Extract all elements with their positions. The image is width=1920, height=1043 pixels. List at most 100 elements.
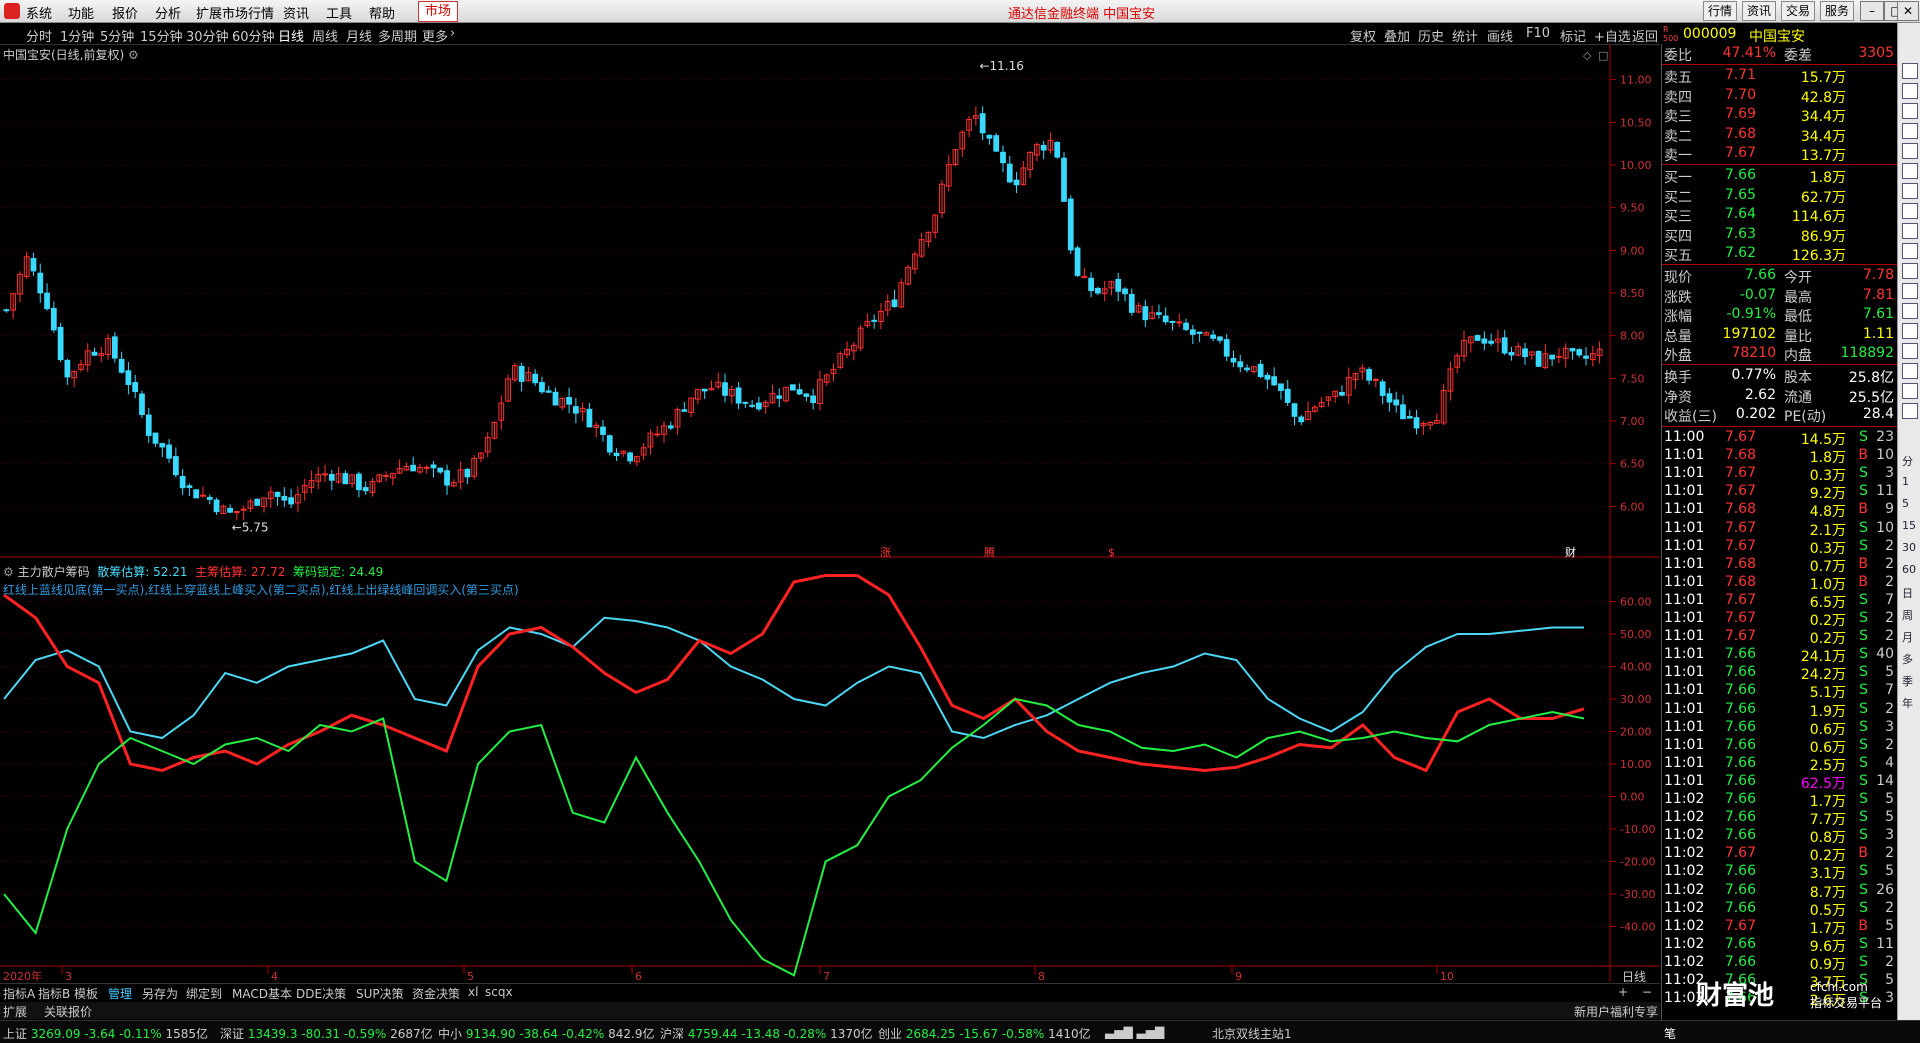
tick-row[interactable]: 11:01 7.66 1.9万 S 2: [1664, 700, 1896, 720]
period-weekly[interactable]: 周线: [312, 26, 338, 45]
menu-system[interactable]: 系统: [26, 3, 52, 22]
rss-icon[interactable]: [1902, 363, 1918, 379]
zoom-out-icon[interactable]: −: [1642, 985, 1652, 999]
tick-row[interactable]: 11:02 7.66 8.7万 S 26: [1664, 881, 1896, 901]
tick-row[interactable]: 11:01 7.67 0.2万 S 2: [1664, 609, 1896, 629]
link-icon[interactable]: [1902, 383, 1918, 399]
btn-overlay[interactable]: 叠加: [1384, 26, 1410, 45]
tab-scqx[interactable]: scqx: [485, 985, 513, 999]
index-hs[interactable]: 沪深 4759.44 -13.48 -0.28% 1370亿: [660, 1025, 873, 1042]
index-sz[interactable]: 深证 13439.3 -80.31 -0.59% 2687亿: [220, 1025, 433, 1042]
index-cy[interactable]: 创业 2684.25 -15.67 -0.58% 1410亿: [878, 1025, 1091, 1042]
period-15min[interactable]: 15分钟: [140, 26, 183, 45]
period-60min[interactable]: 60分钟: [232, 26, 275, 45]
period-more[interactable]: 更多: [422, 26, 448, 45]
tick-row[interactable]: 11:01 7.66 2.5万 S 4: [1664, 754, 1896, 774]
toolbar-period-label[interactable]: 月: [1902, 629, 1913, 645]
toolbar-period-label[interactable]: 年: [1902, 695, 1913, 711]
server-name[interactable]: 北京双线主站1: [1212, 1025, 1292, 1042]
menu-quote[interactable]: 报价: [112, 3, 138, 22]
toolbar-period-label[interactable]: 周: [1902, 607, 1913, 623]
toolbar-period-label[interactable]: 多: [1902, 651, 1913, 667]
move-icon[interactable]: [1902, 343, 1918, 359]
btn-history[interactable]: 历史: [1418, 26, 1444, 45]
btn-trade[interactable]: 交易: [1781, 1, 1816, 21]
index-sh[interactable]: 上证 3269.09 -3.64 -0.11% 1585亿: [3, 1025, 208, 1042]
tick-row[interactable]: 11:01 7.68 4.8万 B 9: [1664, 500, 1896, 520]
tab-template[interactable]: 模板: [74, 985, 98, 1002]
tick-row[interactable]: 11:01 7.68 1.8万 B 10: [1664, 446, 1896, 466]
stat2-row[interactable]: 收益(三) 0.202 PE(动) 28.4: [1664, 405, 1896, 425]
doc2-icon[interactable]: [1902, 263, 1918, 279]
btn-news[interactable]: 资讯: [1742, 1, 1777, 21]
tick-row[interactable]: 11:02 7.67 0.2万 B 2: [1664, 844, 1896, 864]
tick-row[interactable]: 11:01 7.67 0.2万 S 2: [1664, 627, 1896, 647]
tab-manage[interactable]: 管理: [108, 985, 132, 1002]
tick-row[interactable]: 11:01 7.67 0.3万 S 3: [1664, 464, 1896, 484]
chart-icon[interactable]: [1902, 143, 1918, 159]
related-quote-tab[interactable]: 关联报价: [44, 1003, 92, 1020]
menu-ext-market[interactable]: 扩展市场行情: [196, 3, 274, 22]
toolbar-period-label[interactable]: 30: [1902, 541, 1916, 554]
period-5min[interactable]: 5分钟: [100, 26, 134, 45]
tick-row[interactable]: 11:01 7.66 0.6万 S 3: [1664, 718, 1896, 738]
tab-indicator-b[interactable]: 指标B: [38, 985, 70, 1002]
settings-gear-icon[interactable]: ⚙: [128, 48, 139, 62]
tab-xl[interactable]: xl: [468, 985, 478, 999]
zoom-in-icon[interactable]: +: [1618, 985, 1628, 999]
tab-save-as[interactable]: 另存为: [142, 985, 178, 1002]
tick-row[interactable]: 11:01 7.67 2.1万 S 10: [1664, 519, 1896, 539]
minimize-icon[interactable]: –: [1860, 1, 1884, 21]
tick-row[interactable]: 11:01 7.66 24.2万 S 5: [1664, 663, 1896, 683]
stat-row[interactable]: 涨幅 -0.91% 最低 7.61: [1664, 305, 1896, 325]
ask-row[interactable]: 卖一 7.67 13.7万: [1664, 144, 1896, 164]
period-multi[interactable]: 多周期: [378, 26, 417, 45]
period-30min[interactable]: 30分钟: [186, 26, 229, 45]
bid-row[interactable]: 买五 7.62 126.3万: [1664, 244, 1896, 264]
market-tab[interactable]: 市场: [418, 1, 459, 22]
tick-row[interactable]: 11:01 7.66 0.6万 S 2: [1664, 736, 1896, 756]
menu-analysis[interactable]: 分析: [155, 3, 181, 22]
tick-row[interactable]: 11:01 7.67 6.5万 S 7: [1664, 591, 1896, 611]
toolbar-period-label[interactable]: 季: [1902, 673, 1913, 689]
stat-row[interactable]: 现价 7.66 今开 7.78: [1664, 266, 1896, 286]
ask-row[interactable]: 卖四 7.70 42.8万: [1664, 86, 1896, 106]
tab-dde[interactable]: DDE决策: [296, 985, 346, 1002]
toolbar-period-label[interactable]: 60: [1902, 563, 1916, 576]
toolbar-period-label[interactable]: 5: [1902, 497, 1909, 510]
tick-row[interactable]: 11:01 7.66 62.5万 S 14: [1664, 772, 1896, 792]
indicator-gear-icon[interactable]: ⚙: [3, 565, 18, 579]
stat2-row[interactable]: 净资 2.62 流通 25.5亿: [1664, 386, 1896, 406]
pen-icon[interactable]: [1902, 403, 1918, 419]
btn-service[interactable]: 服务: [1820, 1, 1855, 21]
ext-tab[interactable]: 扩展: [3, 1003, 27, 1020]
up-arrow-icon[interactable]: [1902, 183, 1918, 199]
tab-indicator-a[interactable]: 指标A: [3, 985, 35, 1002]
tick-row[interactable]: 11:02 7.66 3.1万 S 5: [1664, 862, 1896, 882]
cal-icon[interactable]: [1902, 283, 1918, 299]
stat2-row[interactable]: 换手 0.77% 股本 25.8亿: [1664, 366, 1896, 386]
btn-fuquan[interactable]: 复权: [1350, 26, 1376, 45]
period-monthly[interactable]: 月线: [346, 26, 372, 45]
ask-row[interactable]: 卖三 7.69 34.4万: [1664, 105, 1896, 125]
tick-row[interactable]: 11:02 7.66 0.5万 S 2: [1664, 899, 1896, 919]
tick-row[interactable]: 11:01 7.67 9.2万 S 11: [1664, 482, 1896, 502]
btn-draw[interactable]: 画线: [1487, 26, 1513, 45]
tick-row[interactable]: 11:02 7.67 1.7万 B 5: [1664, 917, 1896, 937]
tab-bind-to[interactable]: 绑定到: [186, 985, 222, 1002]
bid-row[interactable]: 买二 7.65 62.7万: [1664, 186, 1896, 206]
bid-row[interactable]: 买四 7.63 86.9万: [1664, 225, 1896, 245]
period-daily[interactable]: 日线: [278, 26, 304, 45]
chart-area[interactable]: 11.00 10.50 10.00 9.50 9.00 8.50 8.00 7.50 7.00 6…: [0, 44, 1660, 982]
close-icon[interactable]: ✕: [1897, 1, 1919, 21]
tick-row[interactable]: 11:01 7.68 1.0万 B 2: [1664, 573, 1896, 593]
list-icon[interactable]: [1902, 163, 1918, 179]
tick-row[interactable]: 11:02 7.66 0.9万 S 2: [1664, 953, 1896, 973]
view-icon[interactable]: [1902, 63, 1918, 79]
weibi-row[interactable]: 委比 47.41% 委差 3305: [1664, 44, 1896, 64]
btn-quote[interactable]: 行情: [1703, 1, 1738, 21]
tick-row[interactable]: 11:02 7.66 1.7万 S 5: [1664, 790, 1896, 810]
tick-row[interactable]: 11:02 7.66 9.6万 S 11: [1664, 935, 1896, 955]
bid-row[interactable]: 买一 7.66 1.8万: [1664, 166, 1896, 186]
mode-indicator[interactable]: 笔: [1664, 1025, 1676, 1042]
